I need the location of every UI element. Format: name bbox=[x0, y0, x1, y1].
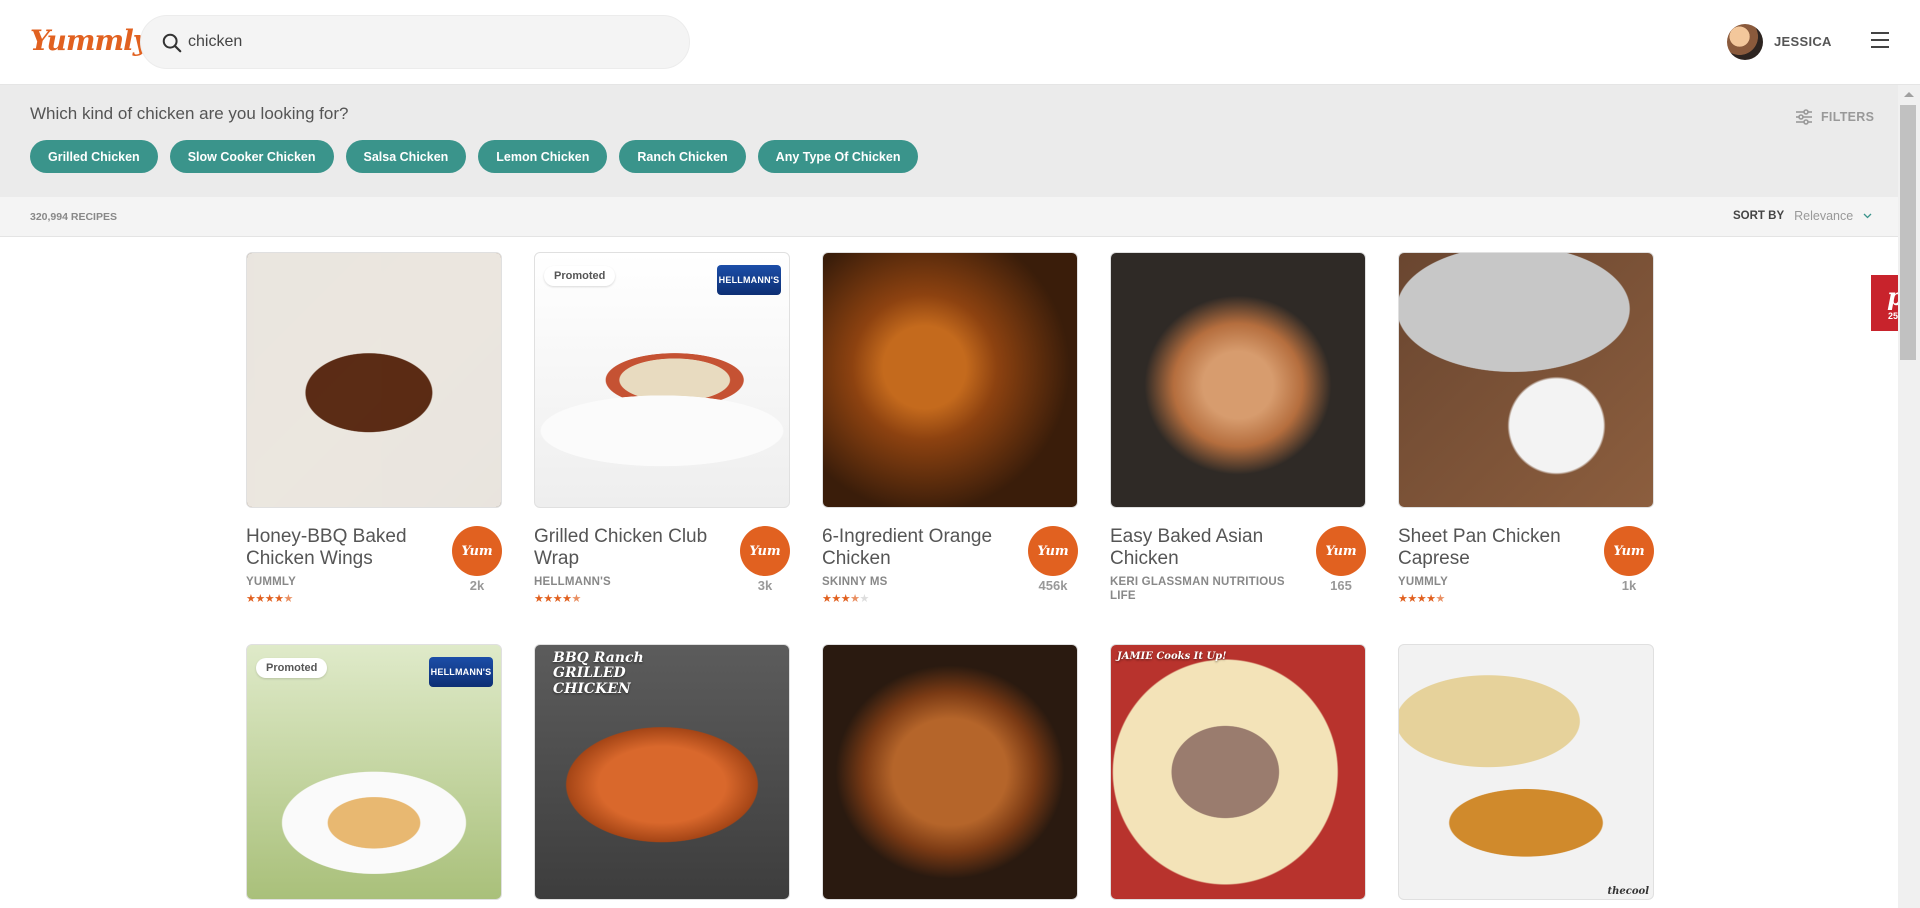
star-rating: ★★★★★ bbox=[246, 593, 293, 605]
brand-logo: HELLMANN'S bbox=[429, 657, 493, 687]
yum-button[interactable]: Yum bbox=[740, 526, 790, 576]
yum-button[interactable]: Yum bbox=[1604, 526, 1654, 576]
recipe-count: 320,994 RECIPES bbox=[30, 211, 117, 223]
chip-grilled-chicken[interactable]: Grilled Chicken bbox=[30, 140, 158, 173]
avatar[interactable] bbox=[1727, 24, 1763, 60]
recipe-source[interactable]: YUMMLY bbox=[246, 575, 436, 589]
yum-count: 3k bbox=[757, 578, 773, 593]
yum-button[interactable]: Yum bbox=[1028, 526, 1078, 576]
brand-logo: HELLMANN'S bbox=[717, 265, 781, 295]
recipe-source[interactable]: SKINNY MS bbox=[822, 575, 1012, 589]
recipe-image[interactable] bbox=[822, 644, 1078, 900]
promoted-badge: Promoted bbox=[544, 266, 616, 286]
yum-button[interactable]: Yum bbox=[1316, 526, 1366, 576]
guided-search-panel: Which kind of chicken are you looking fo… bbox=[0, 85, 1898, 197]
recipe-image[interactable] bbox=[822, 252, 1078, 508]
recipe-source[interactable]: YUMMLY bbox=[1398, 575, 1588, 589]
hamburger-menu-icon[interactable] bbox=[1871, 32, 1889, 48]
star-rating: ★★★★★ bbox=[822, 593, 869, 605]
chip-list: Grilled Chicken Slow Cooker Chicken Sals… bbox=[30, 140, 919, 173]
username[interactable]: JESSICA bbox=[1774, 34, 1832, 49]
scrollbar-thumb[interactable] bbox=[1900, 105, 1916, 360]
sliders-icon bbox=[1796, 109, 1812, 125]
yum-count: 456k bbox=[1038, 578, 1068, 593]
recipe-image[interactable] bbox=[246, 252, 502, 508]
yum-count: 165 bbox=[1330, 578, 1352, 593]
filters-button[interactable]: FILTERS bbox=[1795, 109, 1874, 125]
recipe-image[interactable]: BBQ Ranch GRILLED CHICKEN bbox=[534, 644, 790, 900]
search-bar[interactable] bbox=[140, 15, 690, 69]
sort-label: SORT BY bbox=[1733, 210, 1785, 222]
star-rating: ★★★★★ bbox=[534, 593, 581, 605]
recipe-title[interactable]: Grilled Chicken Club Wrap bbox=[534, 526, 724, 570]
yummly-logo[interactable]: Yummly bbox=[30, 24, 149, 57]
recipe-image[interactable] bbox=[1110, 252, 1366, 508]
guided-question: Which kind of chicken are you looking fo… bbox=[30, 104, 349, 123]
recipe-source[interactable]: HELLMANN'S bbox=[534, 575, 724, 589]
chip-ranch-chicken[interactable]: Ranch Chicken bbox=[619, 140, 746, 173]
recipe-title[interactable]: Sheet Pan Chicken Caprese bbox=[1398, 526, 1588, 570]
recipe-image[interactable]: Promoted HELLMANN'S bbox=[534, 252, 790, 508]
search-input[interactable] bbox=[188, 16, 668, 68]
results-bar: 320,994 RECIPES SORT BY Relevance bbox=[0, 197, 1898, 237]
search-icon bbox=[162, 33, 182, 53]
recipe-title[interactable]: Easy Baked Asian Chicken bbox=[1110, 526, 1300, 570]
chip-lemon-chicken[interactable]: Lemon Chicken bbox=[478, 140, 608, 173]
image-caption: BBQ Ranch GRILLED CHICKEN bbox=[553, 650, 644, 697]
sort-value[interactable]: Relevance bbox=[1794, 209, 1853, 223]
chevron-down-icon bbox=[1863, 213, 1872, 219]
chip-any-type-of-chicken[interactable]: Any Type Of Chicken bbox=[757, 140, 919, 173]
promoted-badge: Promoted bbox=[256, 658, 328, 678]
image-caption: thecool bbox=[1607, 886, 1649, 897]
scroll-up-arrow-icon[interactable] bbox=[1904, 92, 1914, 97]
recipe-image[interactable]: JAMIE Cooks It Up! bbox=[1110, 644, 1366, 900]
recipe-source[interactable]: KERI GLASSMAN NUTRITIOUS LIFE bbox=[1110, 575, 1300, 603]
recipe-title[interactable]: 6-Ingredient Orange Chicken bbox=[822, 526, 1012, 570]
sort-dropdown[interactable]: SORT BY Relevance bbox=[1733, 209, 1872, 223]
recipe-image[interactable] bbox=[1398, 252, 1654, 508]
recipe-image[interactable]: Promoted HELLMANN'S bbox=[246, 644, 502, 900]
image-caption: JAMIE Cooks It Up! bbox=[1117, 651, 1227, 662]
yum-count: 1k bbox=[1621, 578, 1637, 593]
recipe-image[interactable]: thecool bbox=[1398, 644, 1654, 900]
filters-label: FILTERS bbox=[1821, 110, 1875, 124]
top-header: Yummly JESSICA bbox=[0, 0, 1920, 85]
chip-salsa-chicken[interactable]: Salsa Chicken bbox=[345, 140, 467, 173]
yum-button[interactable]: Yum bbox=[452, 526, 502, 576]
chip-slow-cooker-chicken[interactable]: Slow Cooker Chicken bbox=[169, 140, 334, 173]
recipe-title[interactable]: Honey-BBQ Baked Chicken Wings bbox=[246, 526, 436, 570]
star-rating: ★★★★★ bbox=[1398, 593, 1445, 605]
page: Yummly JESSICA Which kind of chicken are… bbox=[0, 0, 1920, 908]
scrollbar[interactable] bbox=[1898, 85, 1920, 908]
yum-count: 2k bbox=[469, 578, 485, 593]
